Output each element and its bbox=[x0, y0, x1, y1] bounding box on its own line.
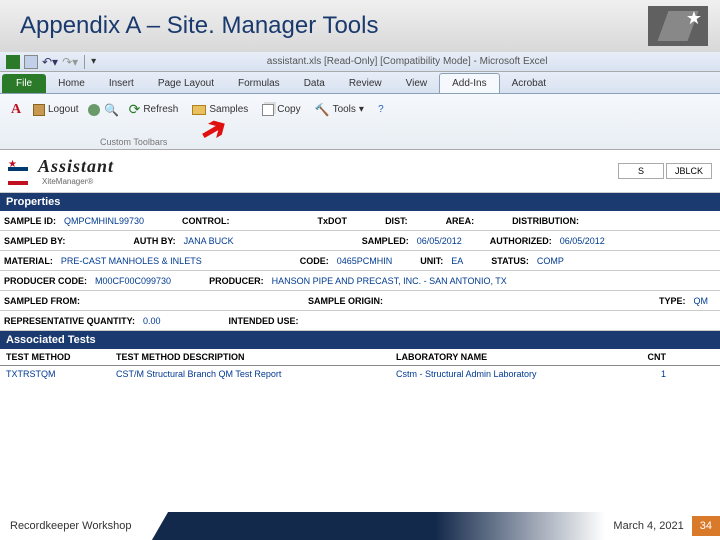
lbl-sampled-from: SAMPLED FROM: bbox=[0, 294, 84, 308]
assistant-a-icon[interactable]: A bbox=[8, 102, 24, 118]
right-cell-2: JBLCK bbox=[666, 163, 712, 179]
excel-titlebar: ↶▾ ↷▾ ▾ assistant.xls [Read-Only] [Compa… bbox=[0, 52, 720, 72]
footer-left: Recordkeeper Workshop bbox=[0, 514, 180, 538]
val-material: PRE-CAST MANHOLES & INLETS bbox=[57, 254, 206, 268]
val-unit: EA bbox=[447, 254, 467, 268]
qat-save-icon[interactable] bbox=[24, 55, 38, 69]
tab-review[interactable]: Review bbox=[337, 74, 394, 93]
lbl-distribution: DISTRIBUTION: bbox=[508, 214, 583, 228]
lbl-authorized: AUTHORIZED: bbox=[486, 234, 556, 248]
lbl-sampled-by: SAMPLED BY: bbox=[0, 234, 69, 248]
val-code: 0465PCMHIN bbox=[333, 254, 397, 268]
properties-grid: SAMPLE ID:QMPCMHINL99730 CONTROL: TxDOT … bbox=[0, 211, 720, 331]
user-icon[interactable] bbox=[88, 104, 100, 116]
lbl-auth-by: AUTH BY: bbox=[129, 234, 179, 248]
tests-table: TEST METHOD TEST METHOD DESCRIPTION LABO… bbox=[0, 349, 720, 382]
tab-view[interactable]: View bbox=[394, 74, 440, 93]
refresh-icon: ⟳ bbox=[129, 101, 141, 118]
val-sampled: 06/05/2012 bbox=[413, 234, 466, 248]
lbl-intended: INTENDED USE: bbox=[225, 314, 303, 328]
qat-more-icon[interactable]: ▾ bbox=[91, 56, 96, 67]
assistant-subtitle: XiteManager® bbox=[42, 177, 114, 186]
val-sample-id: QMPCMHINL99730 bbox=[60, 214, 148, 228]
custom-toolbars-label: Custom Toolbars bbox=[100, 137, 167, 147]
lbl-unit: UNIT: bbox=[416, 254, 447, 268]
assistant-header: Assistant XiteManager® S JBLCK bbox=[0, 150, 720, 193]
val-status: COMP bbox=[533, 254, 568, 268]
slide-footer: Recordkeeper Workshop March 4, 2021 34 bbox=[0, 512, 720, 540]
val-authorized: 06/05/2012 bbox=[556, 234, 609, 248]
copy-button[interactable]: Copy bbox=[257, 101, 305, 119]
tab-file[interactable]: File bbox=[2, 74, 46, 93]
val-type: QM bbox=[690, 294, 713, 308]
lbl-rep-qty: REPRESENTATIVE QUANTITY: bbox=[0, 314, 139, 328]
tab-data[interactable]: Data bbox=[292, 74, 337, 93]
lbl-sample-id: SAMPLE ID: bbox=[0, 214, 60, 228]
tab-home[interactable]: Home bbox=[46, 74, 97, 93]
lbl-status: STATUS: bbox=[487, 254, 533, 268]
section-properties: Properties bbox=[0, 193, 720, 211]
tab-formulas[interactable]: Formulas bbox=[226, 74, 292, 93]
chevron-down-icon: ▾ bbox=[359, 104, 364, 115]
val-rep-qty: 0.00 bbox=[139, 314, 165, 328]
tests-header-row: TEST METHOD TEST METHOD DESCRIPTION LABO… bbox=[0, 349, 720, 366]
footer-page-num: 34 bbox=[692, 516, 720, 536]
tab-addins[interactable]: Add-Ins bbox=[439, 73, 499, 93]
ribbon-tabs: File Home Insert Page Layout Formulas Da… bbox=[0, 72, 720, 94]
td-lab: Cstm - Structural Admin Laboratory bbox=[396, 369, 626, 379]
lbl-type: TYPE: bbox=[655, 294, 690, 308]
lbl-txdot: TxDOT bbox=[314, 214, 352, 228]
slide-title: Appendix A – Site. Manager Tools bbox=[20, 12, 378, 40]
qat-undo-icon[interactable]: ↶▾ bbox=[42, 55, 58, 69]
tab-acrobat[interactable]: Acrobat bbox=[500, 74, 558, 93]
lbl-material: MATERIAL: bbox=[0, 254, 57, 268]
th-cnt: CNT bbox=[626, 352, 666, 362]
txdot-logo bbox=[8, 161, 32, 181]
footer-date: March 4, 2021 bbox=[605, 520, 691, 532]
find-icon[interactable]: 🔍 bbox=[104, 102, 120, 118]
lbl-control: CONTROL: bbox=[178, 214, 234, 228]
window-title: assistant.xls [Read-Only] [Compatibility… bbox=[100, 56, 714, 67]
refresh-button[interactable]: ⟳ Refresh bbox=[124, 98, 184, 121]
section-tests: Associated Tests bbox=[0, 331, 720, 349]
assistant-title: Assistant bbox=[38, 156, 114, 177]
tools-button[interactable]: 🔨 Tools ▾ bbox=[310, 100, 369, 120]
right-cell-1: S bbox=[618, 163, 664, 179]
lbl-dist: DIST: bbox=[381, 214, 412, 228]
slide-header: Appendix A – Site. Manager Tools ★ bbox=[0, 0, 720, 52]
table-row[interactable]: TXTRSTQM CST/M Structural Branch QM Test… bbox=[0, 366, 720, 382]
assistant-right-cells: S JBLCK bbox=[618, 163, 712, 179]
footer-ribbon bbox=[180, 512, 605, 540]
lbl-sampled: SAMPLED: bbox=[358, 234, 413, 248]
th-method: TEST METHOD bbox=[6, 352, 116, 362]
slide-logo: ★ bbox=[648, 6, 708, 46]
lbl-producer-code: PRODUCER CODE: bbox=[0, 274, 91, 288]
th-desc: TEST METHOD DESCRIPTION bbox=[116, 352, 396, 362]
hammer-icon: 🔨 bbox=[315, 103, 330, 117]
qat-redo-icon[interactable]: ↷▾ bbox=[62, 55, 78, 69]
help-icon[interactable]: ? bbox=[373, 102, 389, 118]
copy-icon bbox=[262, 104, 274, 116]
td-cnt: 1 bbox=[626, 369, 666, 379]
excel-icon bbox=[6, 55, 20, 69]
lbl-sample-origin: SAMPLE ORIGIN: bbox=[304, 294, 387, 308]
val-producer-code: M00CF00C099730 bbox=[91, 274, 175, 288]
lbl-code: CODE: bbox=[296, 254, 333, 268]
tab-pagelayout[interactable]: Page Layout bbox=[146, 74, 226, 93]
lbl-producer: PRODUCER: bbox=[205, 274, 268, 288]
lbl-area: AREA: bbox=[442, 214, 479, 228]
door-icon bbox=[33, 104, 45, 116]
td-desc: CST/M Structural Branch QM Test Report bbox=[116, 369, 396, 379]
val-producer: HANSON PIPE AND PRECAST, INC. - SAN ANTO… bbox=[268, 274, 511, 288]
tab-insert[interactable]: Insert bbox=[97, 74, 146, 93]
val-auth-by: JANA BUCK bbox=[180, 234, 238, 248]
td-method: TXTRSTQM bbox=[6, 369, 116, 379]
th-lab: LABORATORY NAME bbox=[396, 352, 626, 362]
logout-button[interactable]: Logout bbox=[28, 101, 84, 119]
addins-toolbar: A Logout 🔍 ⟳ Refresh Samples Copy 🔨 Tool… bbox=[0, 94, 720, 150]
